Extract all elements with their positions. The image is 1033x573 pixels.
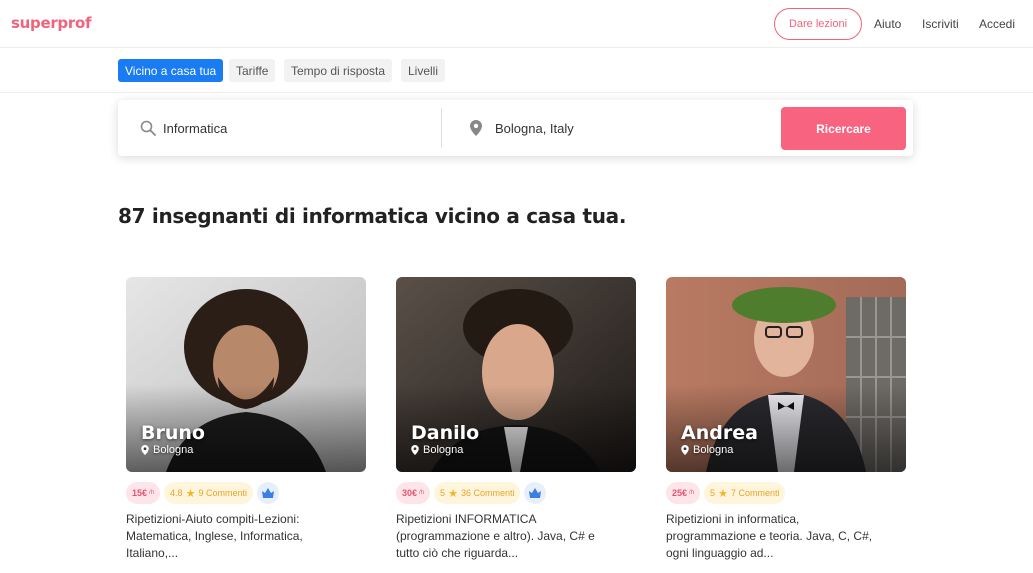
tutor-description: Ripetizioni in informatica, programmazio… xyxy=(666,512,873,560)
crown-icon xyxy=(261,488,274,498)
location-pin-icon xyxy=(681,445,689,455)
comments-count: 36 Commenti xyxy=(460,488,515,498)
price-value: 25€ xyxy=(672,488,688,498)
help-link[interactable]: Aiuto xyxy=(874,17,901,31)
tutor-city: Bologna xyxy=(693,444,734,456)
star-icon: ★ xyxy=(448,487,458,500)
tutor-card[interactable]: Andrea Bologna 25€/h 5 ★ 7 Commenti Ripeti… xyxy=(666,277,906,573)
filter-rates[interactable]: Tariffe xyxy=(229,59,276,82)
tutor-badges: 30€/h 5 ★ 36 Commenti xyxy=(396,482,547,504)
rating-value: 5 xyxy=(710,488,716,498)
price-badge: 25€/h xyxy=(666,482,701,504)
search-icon xyxy=(140,120,156,136)
rating-value: 5 xyxy=(440,488,446,498)
location-pin-icon xyxy=(411,445,419,455)
price-badge: 30€/h xyxy=(396,482,431,504)
location-pin-icon xyxy=(141,445,149,455)
tutor-badges: 15€/h 4.8 ★ 9 Commenti xyxy=(126,482,279,504)
location-pin-icon xyxy=(470,120,482,136)
tutor-city: Bologna xyxy=(153,444,194,456)
price-value: 30€ xyxy=(402,488,418,498)
tutor-description: Ripetizioni INFORMATICA (programmazione … xyxy=(396,512,595,560)
tutor-badges: 25€/h 5 ★ 7 Commenti xyxy=(666,482,786,504)
price-badge: 15€/h xyxy=(126,482,161,504)
filter-response-time[interactable]: Tempo di risposta xyxy=(284,59,393,82)
crown-icon xyxy=(529,488,542,498)
tutor-name: Bruno xyxy=(141,422,205,444)
rating-value: 4.8 xyxy=(170,488,183,498)
tutor-city: Bologna xyxy=(423,444,464,456)
search-button[interactable]: Ricercare xyxy=(781,107,906,150)
rating-badge: 5 ★ 36 Commenti xyxy=(434,482,521,504)
ambassador-badge xyxy=(256,482,279,504)
price-unit: /h xyxy=(689,490,695,496)
filter-bar: Vicino a casa tua Tariffe Tempo di rispo… xyxy=(0,49,1033,93)
tutor-location: Bologna xyxy=(141,444,193,456)
price-unit: /h xyxy=(149,490,155,496)
comments-count: 9 Commenti xyxy=(198,488,247,498)
top-navigation-bar: superprof Dare lezioni Aiuto Iscriviti A… xyxy=(0,0,1033,48)
filter-near-home[interactable]: Vicino a casa tua xyxy=(118,59,224,82)
superprof-logo[interactable]: superprof xyxy=(11,14,91,32)
price-unit: /h xyxy=(419,490,425,496)
give-lessons-button[interactable]: Dare lezioni xyxy=(774,8,862,40)
tutor-location: Bologna xyxy=(411,444,463,456)
rating-badge: 4.8 ★ 9 Commenti xyxy=(164,482,253,504)
search-box: Informatica Bologna, Italy Ricercare xyxy=(118,100,913,156)
star-icon: ★ xyxy=(718,487,728,500)
tutor-card[interactable]: Danilo Bologna 30€/h 5 ★ 36 Commenti Ripet… xyxy=(396,277,636,573)
ambassador-badge xyxy=(524,482,547,504)
signup-link[interactable]: Iscriviti xyxy=(922,17,959,31)
tutor-name: Andrea xyxy=(681,422,758,444)
location-input[interactable]: Bologna, Italy xyxy=(495,121,574,136)
price-value: 15€ xyxy=(132,488,148,498)
results-heading: 87 insegnanti di informatica vicino a ca… xyxy=(118,204,627,228)
tutor-location: Bologna xyxy=(681,444,733,456)
subject-input[interactable]: Informatica xyxy=(163,121,227,136)
search-divider xyxy=(441,108,442,148)
tutor-card[interactable]: Bruno Bologna 15€/h 4.8 ★ 9 Commenti Ripet… xyxy=(126,277,366,573)
login-link[interactable]: Accedi xyxy=(979,17,1015,31)
star-icon: ★ xyxy=(185,487,196,500)
comments-count: 7 Commenti xyxy=(730,488,780,498)
rating-badge: 5 ★ 7 Commenti xyxy=(704,482,786,504)
tutor-description: Ripetizioni-Aiuto compiti-Lezioni: Matem… xyxy=(126,512,303,560)
tutor-name: Danilo xyxy=(411,422,480,444)
filter-levels[interactable]: Livelli xyxy=(401,59,446,82)
